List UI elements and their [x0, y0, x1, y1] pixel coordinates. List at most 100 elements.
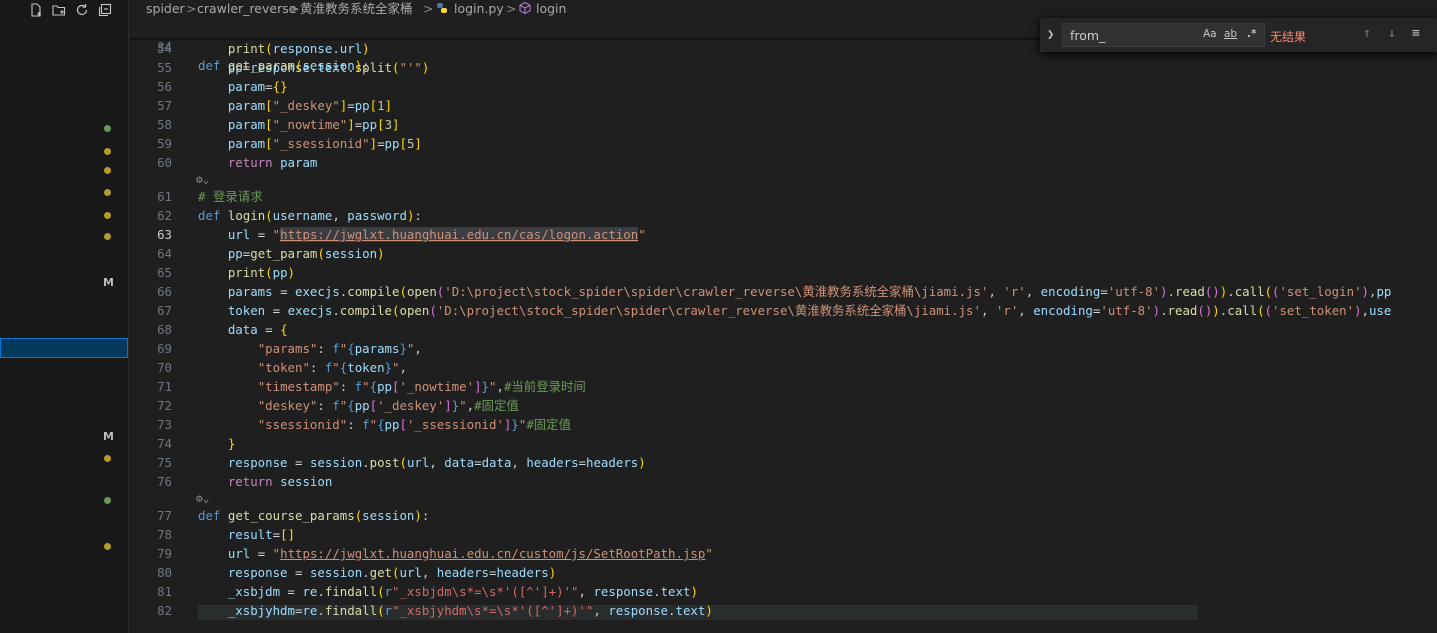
fold-indicator-row[interactable]: ⚙⌄ [130, 491, 1437, 506]
line-number: 57 [157, 98, 172, 113]
code-text: param["_ssessionid"]=pp[5] [227, 136, 422, 151]
line-number: 66 [157, 284, 172, 299]
git-status-dot [104, 497, 111, 504]
line-number: 79 [157, 546, 172, 561]
code-line[interactable]: 61 # 登录请求 [130, 187, 1437, 206]
breadcrumb-separator: > [186, 1, 197, 16]
breadcrumb-separator: > [289, 1, 300, 16]
line-number: 82 [157, 603, 172, 618]
code-line[interactable]: 60 return param [130, 153, 1437, 172]
match-whole-word-icon[interactable]: ab [1224, 28, 1237, 40]
line-number: 76 [157, 474, 172, 489]
toggle-replace-icon[interactable]: ❯ [1047, 27, 1054, 41]
git-status-dot [104, 125, 111, 132]
breadcrumb-item-spider[interactable]: spider [146, 0, 185, 17]
code-editor[interactable]: 54 print(response.url) 55 pp=response.tex… [130, 18, 1437, 633]
find-input[interactable]: from_ Aa ab .* [1062, 23, 1265, 47]
git-status-dot [104, 212, 111, 219]
line-number: 64 [157, 246, 172, 261]
line-number: 61 [157, 189, 172, 204]
breadcrumb-item-crawler-reverse[interactable]: crawler_reverse [197, 0, 296, 17]
selected-file-row[interactable] [0, 338, 128, 358]
code-text: result=[] [227, 527, 295, 542]
breadcrumb-item-symbol[interactable]: login [536, 0, 566, 17]
code-line[interactable]: 65 print(pp) [130, 263, 1437, 282]
code-line[interactable]: 62 def login(username, password): [130, 206, 1437, 225]
find-input-value: from_ [1070, 28, 1106, 43]
code-line[interactable]: 69 "params": f"{params}", [130, 339, 1437, 358]
line-number: 73 [157, 417, 172, 432]
new-folder-icon[interactable] [52, 2, 66, 16]
collapse-all-icon[interactable] [98, 2, 112, 17]
code-line[interactable]: 71 "timestamp": f"{pp['_nowtime']}",#当前登… [130, 377, 1437, 396]
code-line[interactable]: 78 result=[] [130, 525, 1437, 544]
code-text: return param [227, 155, 318, 170]
code-line[interactable]: 72 "deskey": f"{pp['_deskey']}",#固定值 [130, 396, 1437, 415]
code-line[interactable]: 82 _xsbjyhdm=re.findall(r"_xsbjyhdm\s*=\… [130, 601, 1437, 620]
code-text: param["_deskey"]=pp[1] [227, 98, 393, 113]
breadcrumb-item-folder[interactable]: 黄淮教务系统全家桶 [300, 0, 413, 17]
line-number: 59 [157, 136, 172, 151]
line-number: 65 [157, 265, 172, 280]
code-text: def login(username, password): [198, 208, 422, 223]
git-status-dot [104, 455, 111, 462]
code-text: def get_course_params(session): [198, 508, 430, 523]
code-line[interactable]: 75 response = session.post(url, data=dat… [130, 453, 1437, 472]
fold-chevron-icon[interactable]: ⚙⌄ [196, 491, 209, 506]
git-modified-badge: M [103, 276, 114, 289]
breadcrumb-item-file[interactable]: login.py [454, 0, 504, 17]
code-text: param["_nowtime"]=pp[3] [227, 117, 400, 132]
git-status-dot [104, 543, 111, 550]
code-line[interactable]: 70 "token": f"{token}", [130, 358, 1437, 377]
code-line[interactable]: 79 url = "https://jwglxt.huanghuai.edu.c… [130, 544, 1437, 563]
use-regex-icon[interactable]: .* [1247, 28, 1257, 40]
code-text: token = execjs.compile(open('D:\project\… [227, 303, 1392, 318]
code-line[interactable]: 66 params = execjs.compile(open('D:\proj… [130, 282, 1437, 301]
code-line[interactable]: 68 data = { [130, 320, 1437, 339]
code-text: response = session.get(url, headers=head… [227, 565, 557, 580]
code-line[interactable]: 76 return session [130, 472, 1437, 491]
arrow-down-icon[interactable]: ↓ [1388, 26, 1396, 41]
menu-icon[interactable]: ≡ [1412, 26, 1420, 41]
git-status-dot [104, 148, 111, 155]
code-line[interactable]: 67 token = execjs.compile(open('D:\proje… [130, 301, 1437, 320]
code-line[interactable]: 80 response = session.get(url, headers=h… [130, 563, 1437, 582]
git-status-dot [104, 167, 111, 174]
git-status-dot [104, 233, 111, 240]
line-number: 80 [157, 565, 172, 580]
symbol-method-icon [518, 1, 532, 19]
code-line[interactable]: 74 } [130, 434, 1437, 453]
refresh-icon[interactable] [75, 2, 89, 16]
line-number: 69 [157, 341, 172, 356]
code-line[interactable]: 58 param["_nowtime"]=pp[3] [130, 115, 1437, 134]
code-line[interactable]: 81 _xsbjdm = re.findall(r"_xsbjdm\s*=\s*… [130, 582, 1437, 601]
code-text: data = { [227, 322, 288, 337]
fold-chevron-icon[interactable]: ⚙⌄ [196, 172, 209, 187]
line-number: 72 [157, 398, 172, 413]
line-number: 81 [157, 584, 172, 599]
python-file-icon [436, 1, 448, 19]
breadcrumb-separator: > [506, 1, 517, 16]
code-line[interactable]: 56 param={} [130, 77, 1437, 96]
explorer-sidebar: MM [0, 0, 129, 633]
line-number: 60 [157, 155, 172, 170]
arrow-up-icon[interactable]: ↑ [1363, 26, 1371, 41]
fold-indicator-row[interactable]: ⚙⌄ [130, 172, 1437, 187]
code-line[interactable]: 57 param["_deskey"]=pp[1] [130, 96, 1437, 115]
code-line[interactable]: 77 def get_course_params(session): [130, 506, 1437, 525]
new-file-icon[interactable] [29, 2, 43, 17]
line-number: 75 [157, 455, 172, 470]
code-text: url = "https://jwglxt.huanghuai.edu.cn/c… [227, 227, 646, 242]
match-case-icon[interactable]: Aa [1203, 28, 1217, 40]
code-line[interactable]: 63 url = "https://jwglxt.huanghuai.edu.c… [130, 225, 1437, 244]
code-line[interactable]: 64 pp=get_param(session) [130, 244, 1437, 263]
line-number: 74 [157, 436, 172, 451]
code-text: params = execjs.compile(open('D:\project… [227, 284, 1392, 299]
code-text: url = "https://jwglxt.huanghuai.edu.cn/c… [227, 546, 713, 561]
code-text: "token": f"{token}", [257, 360, 407, 375]
sticky-code: def get_param(session): [198, 58, 370, 73]
code-line[interactable]: 73 "ssessionid": f"{pp['_ssessionid']}"#… [130, 415, 1437, 434]
code-text: response = session.post(url, data=data, … [227, 455, 646, 470]
find-widget: ❯ from_ Aa ab .* 无结果 ↑ ↓ ≡ [1040, 18, 1437, 52]
code-line[interactable]: 59 param["_ssessionid"]=pp[5] [130, 134, 1437, 153]
